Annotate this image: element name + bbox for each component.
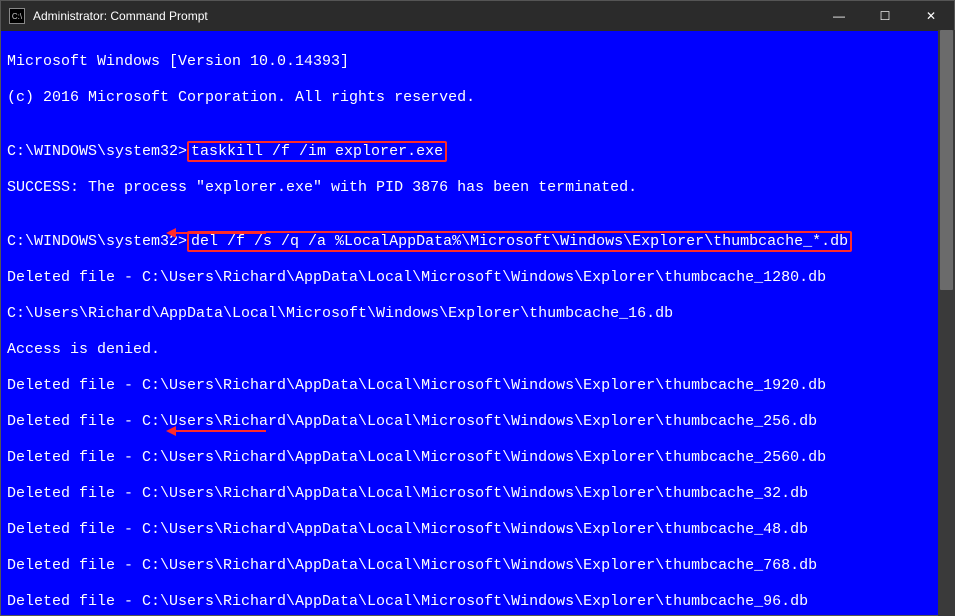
output-line: C:\Users\Richard\AppData\Local\Microsoft… bbox=[7, 305, 948, 323]
highlighted-command: del /f /s /q /a %LocalAppData%\Microsoft… bbox=[187, 231, 852, 252]
cmd-icon: C:\ bbox=[9, 8, 25, 24]
output-line: Microsoft Windows [Version 10.0.14393] bbox=[7, 53, 948, 71]
output-line: Deleted file - C:\Users\Richard\AppData\… bbox=[7, 485, 948, 503]
output-line: (c) 2016 Microsoft Corporation. All righ… bbox=[7, 89, 948, 107]
vertical-scrollbar[interactable] bbox=[938, 30, 955, 616]
highlighted-command: taskkill /f /im explorer.exe bbox=[187, 141, 447, 162]
output-line: Deleted file - C:\Users\Richard\AppData\… bbox=[7, 377, 948, 395]
output-line: Deleted file - C:\Users\Richard\AppData\… bbox=[7, 413, 948, 431]
prompt-text: C:\WINDOWS\system32> bbox=[7, 143, 187, 160]
command-prompt-window: C:\ Administrator: Command Prompt — ☐ ✕ … bbox=[0, 0, 955, 616]
prompt-line: C:\WINDOWS\system32>del /f /s /q /a %Loc… bbox=[7, 233, 948, 251]
output-line: Access is denied. bbox=[7, 341, 948, 359]
output-line: Deleted file - C:\Users\Richard\AppData\… bbox=[7, 449, 948, 467]
window-title: Administrator: Command Prompt bbox=[31, 9, 816, 23]
output-line: Deleted file - C:\Users\Richard\AppData\… bbox=[7, 593, 948, 611]
minimize-button[interactable]: — bbox=[816, 1, 862, 31]
maximize-button[interactable]: ☐ bbox=[862, 1, 908, 31]
prompt-text: C:\WINDOWS\system32> bbox=[7, 233, 187, 250]
annotation-arrow-icon bbox=[176, 430, 266, 432]
output-line: Deleted file - C:\Users\Richard\AppData\… bbox=[7, 557, 948, 575]
output-line: Deleted file - C:\Users\Richard\AppData\… bbox=[7, 521, 948, 539]
annotation-arrowhead-icon bbox=[166, 426, 176, 436]
annotation-arrow-icon bbox=[176, 232, 266, 234]
close-button[interactable]: ✕ bbox=[908, 1, 954, 31]
scrollbar-thumb[interactable] bbox=[940, 30, 953, 290]
terminal-output[interactable]: Microsoft Windows [Version 10.0.14393] (… bbox=[1, 31, 954, 615]
titlebar[interactable]: C:\ Administrator: Command Prompt — ☐ ✕ bbox=[1, 1, 954, 31]
output-line: SUCCESS: The process "explorer.exe" with… bbox=[7, 179, 948, 197]
annotation-arrowhead-icon bbox=[166, 228, 176, 238]
output-line: Deleted file - C:\Users\Richard\AppData\… bbox=[7, 269, 948, 287]
prompt-line: C:\WINDOWS\system32>taskkill /f /im expl… bbox=[7, 143, 948, 161]
